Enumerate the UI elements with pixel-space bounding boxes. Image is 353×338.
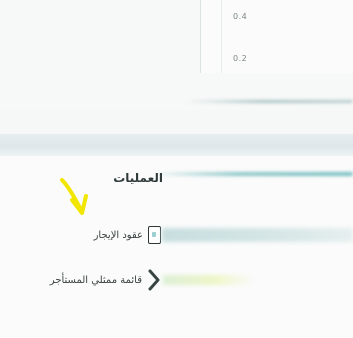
menu-item-highlight-bar [163, 275, 253, 285]
document-icon [148, 226, 161, 244]
menu-item-lease-contracts[interactable]: عقود الإيجار [90, 222, 353, 248]
chart-divider-line [186, 100, 353, 103]
chevron-icon [148, 269, 160, 291]
section-title-underline [160, 172, 353, 176]
y-tick-label: 0.4 [233, 12, 248, 21]
operations-title: العمليات [113, 171, 163, 185]
menu-item-tenant-representatives[interactable]: قائمة ممثلي المستأجر [20, 266, 353, 296]
menu-item-highlight-bar [162, 228, 353, 242]
menu-item-label: قائمة ممثلي المستأجر [49, 275, 142, 286]
chart-area: 0.4 0.2 [0, 0, 353, 110]
section-divider-band [0, 134, 353, 156]
yellow-arrow-icon [60, 178, 88, 215]
y-tick-label: 0.2 [233, 54, 248, 63]
page: 0.4 0.2 العمليات عقود الإيجار قائمة ممثل… [0, 0, 353, 338]
menu-item-label: عقود الإيجار [93, 230, 143, 241]
